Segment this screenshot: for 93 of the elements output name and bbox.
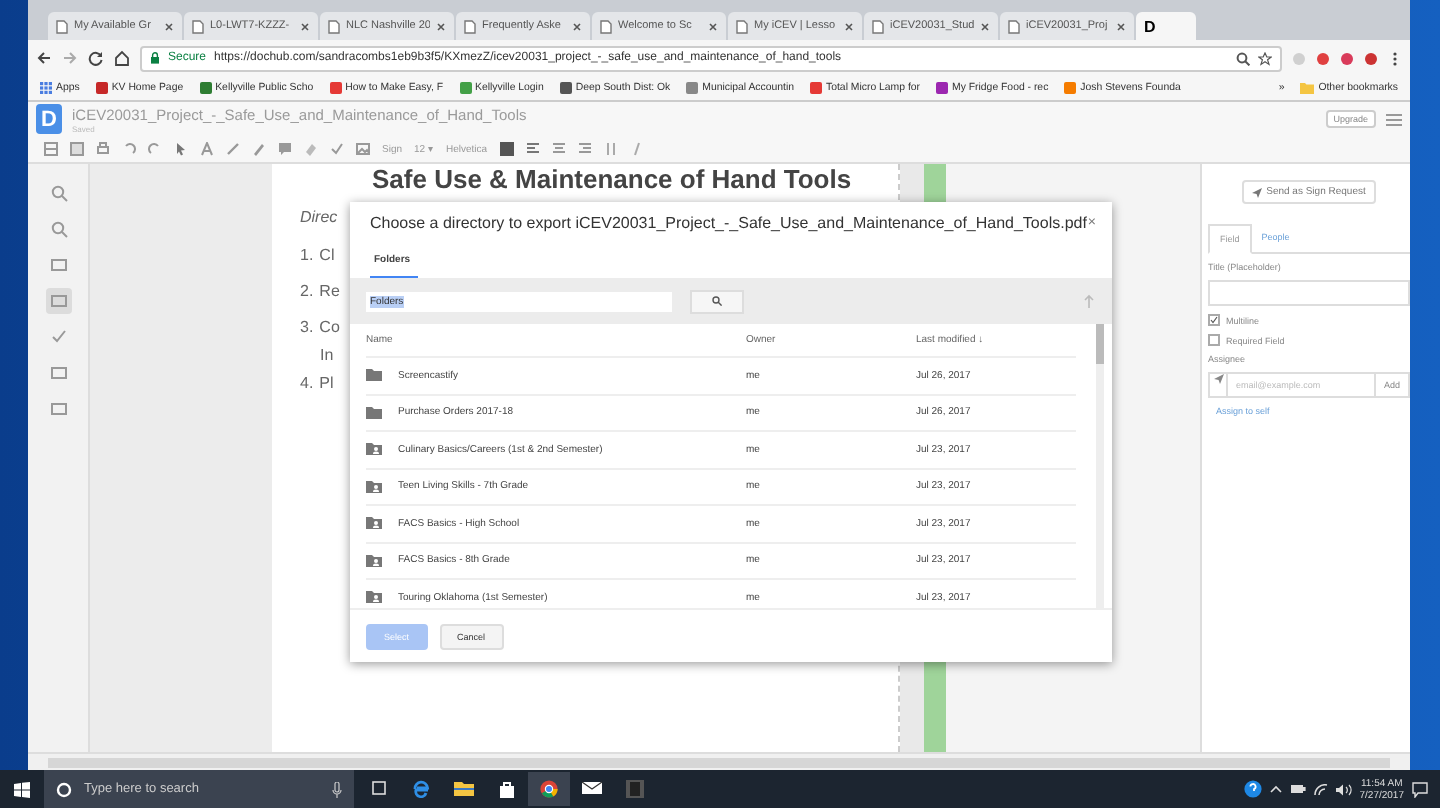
pen-icon[interactable] xyxy=(226,142,240,156)
list-number: 3. xyxy=(300,317,314,335)
page-icon xyxy=(464,19,476,33)
pointer-icon[interactable] xyxy=(174,142,188,156)
forward-icon[interactable] xyxy=(62,50,78,66)
shared-folder-icon xyxy=(366,516,382,531)
site-icon xyxy=(459,82,472,94)
folder-icon xyxy=(366,368,382,383)
text-tool-icon[interactable] xyxy=(200,142,214,156)
back-icon[interactable] xyxy=(36,50,52,66)
site-icon xyxy=(329,82,342,94)
list-number: 4. xyxy=(300,373,314,391)
redo-icon[interactable] xyxy=(148,142,162,156)
cortana-icon xyxy=(56,781,72,797)
document-text: Cl xyxy=(319,245,335,263)
site-icon xyxy=(199,82,212,94)
document-text: Co xyxy=(319,317,340,335)
text-field-icon[interactable] xyxy=(45,288,71,314)
site-icon xyxy=(95,82,108,94)
italic-icon[interactable] xyxy=(629,142,644,156)
site-icon xyxy=(686,82,699,94)
dialog-title: Choose a directory to export iCEV20031_Project_-_Safe_Use_and_Maintenance_of_Hand_Tools.pdf xyxy=(370,214,1087,232)
search-icon xyxy=(712,296,722,306)
chevron-up-icon[interactable] xyxy=(1269,784,1282,794)
browser-tab[interactable]: D xyxy=(1136,12,1196,40)
close-icon[interactable] xyxy=(572,21,582,31)
document-text: Re xyxy=(319,281,340,299)
close-icon[interactable] xyxy=(164,21,174,31)
site-icon xyxy=(559,82,572,94)
undo-icon[interactable] xyxy=(122,142,136,156)
windows-start-icon[interactable] xyxy=(14,781,30,797)
site-icon xyxy=(936,82,949,94)
folder-icon xyxy=(366,405,382,420)
align-center-icon[interactable] xyxy=(551,142,566,156)
site-icon xyxy=(1064,82,1077,94)
page-icon xyxy=(1008,19,1020,33)
help-icon[interactable] xyxy=(1243,780,1262,798)
page-icon xyxy=(736,19,748,33)
search-button[interactable] xyxy=(690,289,744,313)
page-icon xyxy=(328,19,340,33)
check-icon xyxy=(1210,316,1218,324)
apps-icon xyxy=(40,82,52,94)
close-icon[interactable] xyxy=(980,21,990,31)
document-text: In xyxy=(320,345,334,363)
bold-icon[interactable] xyxy=(603,142,618,156)
shared-folder-icon xyxy=(366,479,382,494)
close-icon[interactable] xyxy=(844,21,854,31)
check-icon[interactable] xyxy=(330,142,344,156)
shared-folder-icon xyxy=(366,442,382,457)
highlighter-icon[interactable] xyxy=(252,142,266,156)
reload-icon[interactable] xyxy=(88,50,104,66)
horizontal-scrollbar[interactable] xyxy=(28,752,1410,770)
align-left-icon[interactable] xyxy=(525,142,540,156)
list-number: 2. xyxy=(300,281,314,299)
site-icon xyxy=(810,82,823,94)
close-icon[interactable] xyxy=(708,21,718,31)
menu-icon[interactable] xyxy=(1388,51,1402,65)
page-icon xyxy=(872,19,884,33)
close-icon[interactable] xyxy=(436,21,446,31)
chrome-icon[interactable] xyxy=(528,772,570,806)
grid-icon[interactable] xyxy=(44,142,58,156)
page-icon xyxy=(56,19,68,33)
shared-folder-icon xyxy=(366,553,382,568)
send-icon xyxy=(1210,374,1226,384)
document-heading: Safe Use & Maintenance of Hand Tools xyxy=(372,164,854,196)
print-icon[interactable] xyxy=(96,142,110,156)
document-text: Direc xyxy=(300,207,338,225)
search-icon[interactable] xyxy=(1236,51,1250,65)
volume-icon[interactable] xyxy=(1335,783,1352,795)
title-field[interactable] xyxy=(1208,280,1410,306)
image-icon[interactable] xyxy=(356,142,370,156)
align-right-icon[interactable] xyxy=(577,142,592,156)
folder-icon xyxy=(1300,82,1315,94)
comment-icon[interactable] xyxy=(278,142,292,156)
lock-icon xyxy=(150,52,160,64)
network-icon[interactable] xyxy=(1313,783,1328,795)
battery-icon[interactable] xyxy=(1289,784,1306,794)
panel-icon[interactable] xyxy=(70,142,84,156)
page-icon xyxy=(192,19,204,33)
notifications-icon[interactable] xyxy=(1412,781,1428,797)
checkbox[interactable] xyxy=(1208,334,1220,346)
close-icon[interactable] xyxy=(300,21,310,31)
checkbox[interactable] xyxy=(1208,314,1220,326)
star-icon[interactable] xyxy=(1258,51,1272,65)
color-swatch-icon[interactable] xyxy=(499,142,514,156)
document-text: Pl xyxy=(319,373,334,391)
microphone-icon xyxy=(332,781,342,797)
list-number: 1. xyxy=(300,245,314,263)
send-icon xyxy=(1252,187,1263,197)
page-icon xyxy=(600,19,612,33)
shared-folder-icon xyxy=(366,590,382,605)
home-icon[interactable] xyxy=(114,50,130,66)
close-icon[interactable] xyxy=(1116,21,1126,31)
